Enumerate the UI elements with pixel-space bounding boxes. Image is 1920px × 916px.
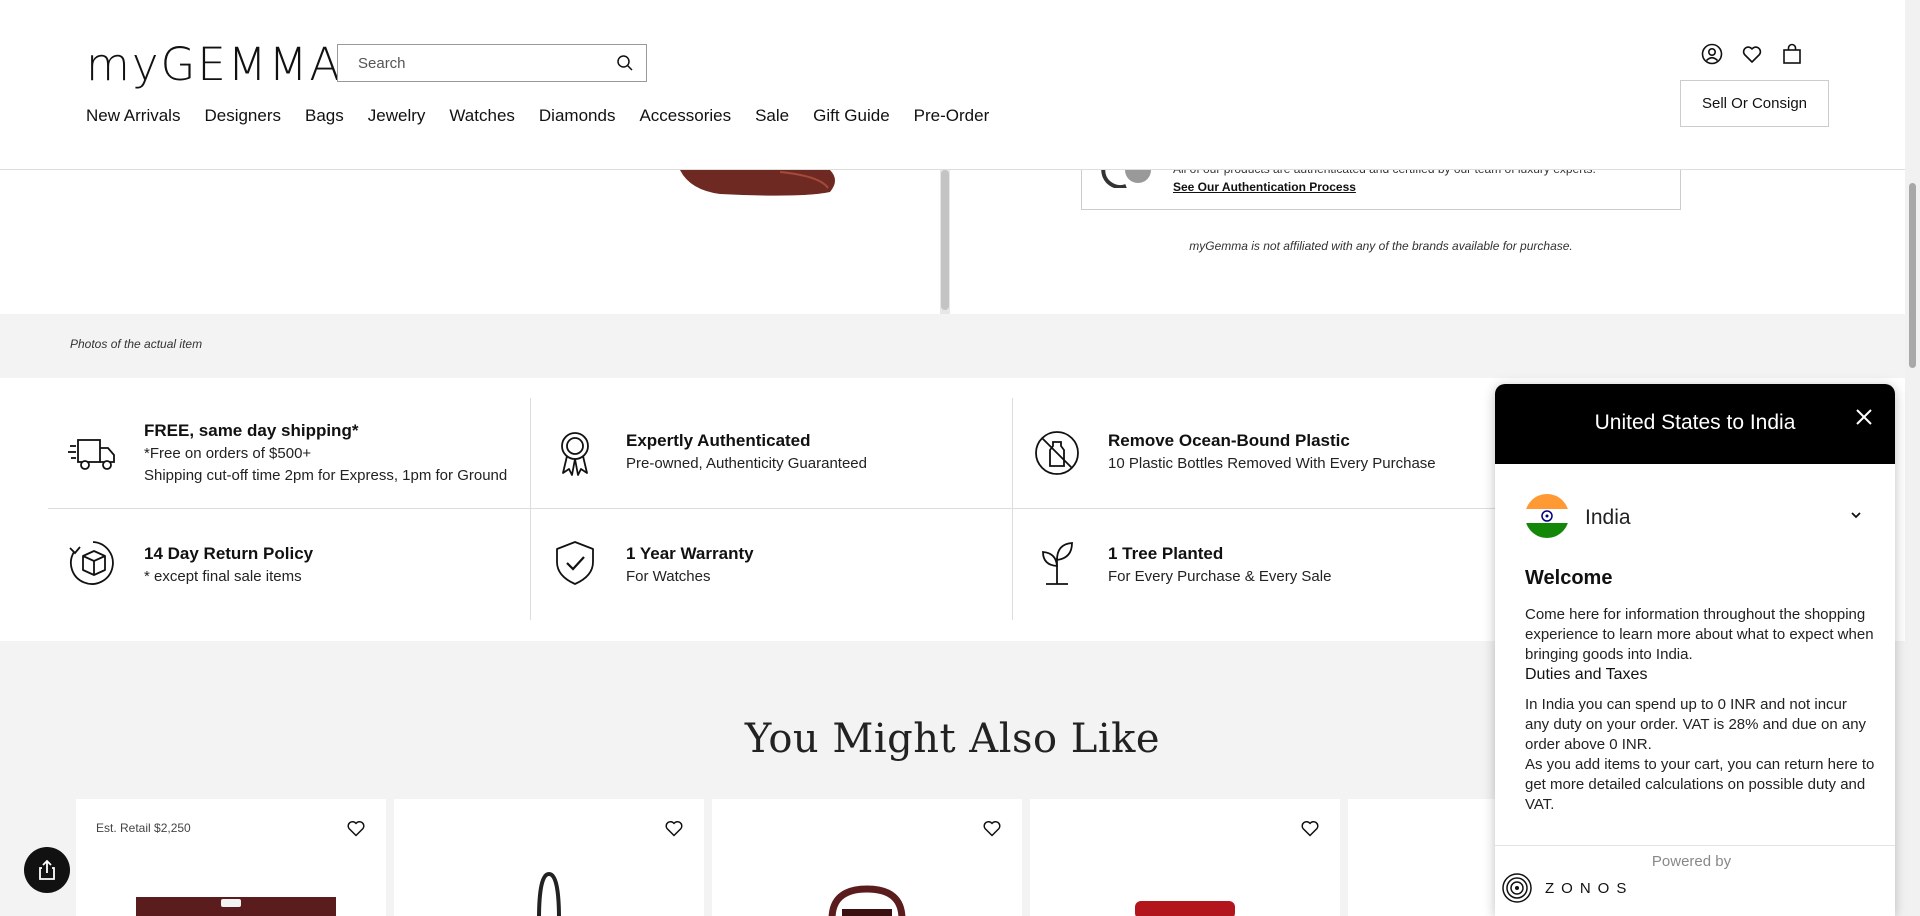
shield-check-icon: [556, 541, 594, 585]
page-scrollbar-thumb[interactable]: [1909, 183, 1916, 368]
product-card[interactable]: [712, 799, 1022, 916]
no-plastic-bottle-icon: [1035, 431, 1079, 475]
authentication-process-link[interactable]: See Our Authentication Process: [1173, 180, 1356, 194]
feature-title: 1 Tree Planted: [1108, 544, 1224, 563]
chevron-down-icon[interactable]: [1849, 508, 1863, 522]
search-box: [337, 44, 647, 82]
search-input[interactable]: [338, 45, 598, 81]
duties-text: In India you can spend up to 0 INR and n…: [1525, 695, 1875, 815]
feature-title: 1 Year Warranty: [626, 544, 754, 563]
feature-title: FREE, same day shipping*: [144, 421, 359, 440]
wishlist-heart-icon[interactable]: [664, 819, 684, 837]
feature-line: *Free on orders of $500+: [144, 445, 312, 462]
zonos-mark-icon: [1502, 873, 1532, 903]
zonos-logo[interactable]: ZONOS: [1500, 872, 1630, 904]
zonos-welcome-popup: United States to India India Welcome Com…: [1495, 384, 1895, 916]
wishlist-heart-icon[interactable]: [982, 819, 1002, 837]
nav-accessories[interactable]: Accessories: [639, 106, 731, 126]
feature-line: For Every Purchase & Every Sale: [1108, 568, 1332, 585]
feature-warranty: 1 Year Warranty For Watches: [530, 508, 1012, 618]
nav-jewelry[interactable]: Jewelry: [368, 106, 426, 126]
selected-country: India: [1585, 506, 1631, 529]
popup-footer: Powered by ZONOS: [1495, 845, 1895, 916]
cart-paragraph: As you add items to your cart, you can r…: [1525, 756, 1875, 813]
return-box-icon: [69, 541, 114, 585]
zonos-wordmark: ZONOS: [1545, 880, 1634, 897]
header-icons: [1700, 42, 1804, 66]
popup-title: United States to India: [1594, 411, 1796, 434]
account-icon[interactable]: [1700, 42, 1724, 66]
feature-authenticated: Expertly Authenticated Pre-owned, Authen…: [530, 398, 1012, 508]
main-nav: New Arrivals Designers Bags Jewelry Watc…: [86, 106, 1013, 126]
nav-watches[interactable]: Watches: [449, 106, 515, 126]
product-card[interactable]: [1030, 799, 1340, 916]
truck-icon: [68, 439, 115, 470]
feature-plastic: Remove Ocean-Bound Plastic 10 Plastic Bo…: [1012, 398, 1494, 508]
welcome-text: Come here for information throughout the…: [1525, 606, 1874, 663]
nav-diamonds[interactable]: Diamonds: [539, 106, 616, 126]
wishlist-heart-icon[interactable]: [1740, 42, 1764, 66]
share-button[interactable]: [24, 847, 70, 893]
nav-gift-guide[interactable]: Gift Guide: [813, 106, 890, 126]
site-logo[interactable]: myGEMMA: [86, 38, 342, 91]
shopping-bag-icon[interactable]: [1780, 42, 1804, 66]
site-header: myGEMMA New Arrivals Designers Bags Jewe…: [0, 0, 1905, 170]
feature-shipping: FREE, same day shipping* *Free on orders…: [48, 398, 530, 508]
feature-line: Pre-owned, Authenticity Guaranteed: [626, 455, 867, 472]
photos-note: Photos of the actual item: [70, 337, 203, 351]
nav-pre-order[interactable]: Pre-Order: [914, 106, 990, 126]
india-flag-icon: [1525, 494, 1569, 538]
feature-line: 10 Plastic Bottles Removed With Every Pu…: [1108, 455, 1436, 472]
feature-line: For Watches: [626, 568, 711, 585]
feature-tree: 1 Tree Planted For Every Purchase & Ever…: [1012, 508, 1494, 618]
product-card[interactable]: Est. Retail $2,250: [76, 799, 386, 916]
product-image: [828, 885, 906, 916]
feature-title: Remove Ocean-Bound Plastic: [1108, 431, 1350, 450]
affiliation-note: myGemma is not affiliated with any of th…: [1189, 239, 1573, 253]
ribbon-award-icon: [561, 432, 589, 476]
feature-title: 14 Day Return Policy: [144, 544, 314, 563]
photos-note-strip: Photos of the actual item: [0, 314, 1905, 378]
sprout-icon: [1042, 542, 1073, 585]
feature-title: Expertly Authenticated: [626, 431, 811, 450]
nav-designers[interactable]: Designers: [204, 106, 281, 126]
nav-bags[interactable]: Bags: [305, 106, 344, 126]
gallery-scrollbar[interactable]: [940, 170, 950, 314]
powered-by-label: Powered by: [1651, 853, 1732, 870]
country-selector[interactable]: India: [1525, 494, 1865, 540]
features-grid: FREE, same day shipping* *Free on orders…: [48, 398, 1508, 620]
wishlist-heart-icon[interactable]: [1300, 819, 1320, 837]
nav-sale[interactable]: Sale: [755, 106, 789, 126]
search-icon[interactable]: [616, 54, 634, 72]
est-retail-price: Est. Retail $2,250: [96, 821, 191, 835]
duties-heading: Duties and Taxes: [1525, 666, 1648, 683]
close-icon[interactable]: [1855, 408, 1873, 426]
nav-new-arrivals[interactable]: New Arrivals: [86, 106, 180, 126]
duties-paragraph: In India you can spend up to 0 INR and n…: [1525, 696, 1867, 753]
logo-text: myGEMMA: [86, 38, 343, 91]
feature-line: * except final sale items: [144, 568, 302, 585]
product-card[interactable]: [394, 799, 704, 916]
wishlist-heart-icon[interactable]: [346, 819, 366, 837]
sell-or-consign-button[interactable]: Sell Or Consign: [1680, 80, 1829, 127]
product-image-bag: [680, 170, 835, 196]
product-image: [1135, 901, 1235, 916]
feature-line: Shipping cut-off time 2pm for Express, 1…: [144, 467, 508, 484]
gallery-scrollbar-thumb[interactable]: [941, 170, 949, 310]
share-icon: [39, 859, 55, 880]
feature-returns: 14 Day Return Policy * except final sale…: [48, 508, 530, 618]
page-scrollbar[interactable]: [1905, 0, 1920, 916]
product-image: [537, 871, 561, 916]
popup-header: United States to India: [1495, 384, 1895, 464]
product-image: [136, 897, 336, 916]
welcome-heading: Welcome: [1525, 567, 1613, 589]
